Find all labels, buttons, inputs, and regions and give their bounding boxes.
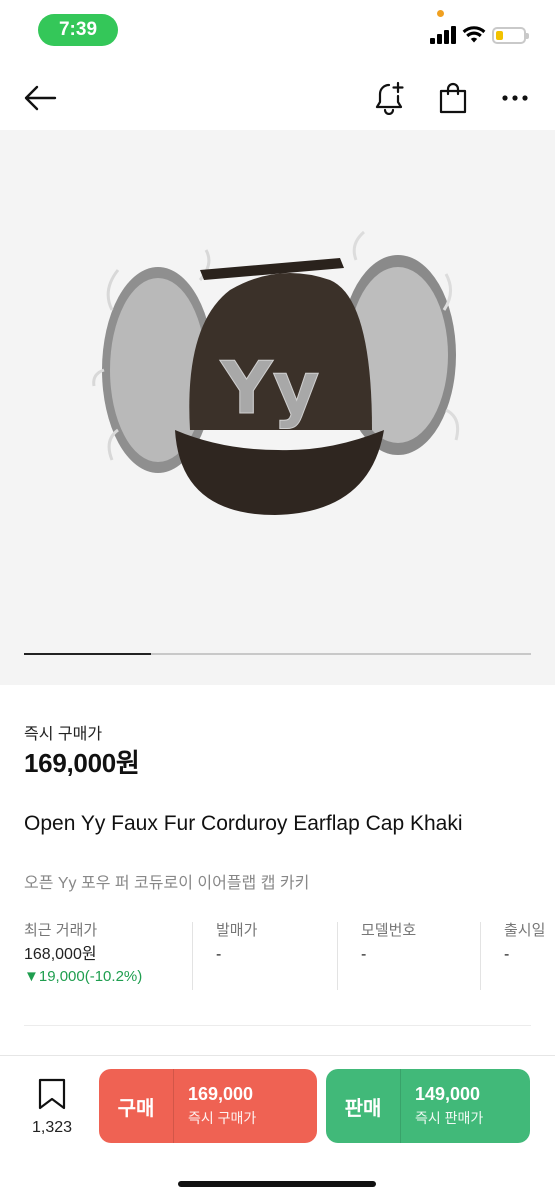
top-nav-bar — [0, 64, 555, 130]
bottom-bar-top-border — [0, 1055, 555, 1056]
release-price-label: 발매가 — [216, 922, 258, 939]
battery-icon — [492, 27, 529, 44]
sell-button-sublabel: 즉시 판매가 — [415, 1110, 484, 1126]
instant-buy-price-label: 즉시 구매가 — [24, 726, 103, 743]
bell-plus-icon — [375, 81, 404, 115]
model-number-label: 모델번호 — [361, 922, 417, 939]
product-image: Yy — [92, 230, 460, 515]
instant-buy-price: 169,000원 — [24, 748, 140, 778]
image-pager — [24, 653, 531, 655]
release-date-label: 출시일 — [504, 922, 546, 939]
product-title-en: Open Yy Faux Fur Corduroy Earflap Cap Kh… — [24, 812, 463, 835]
back-button[interactable] — [20, 78, 60, 118]
image-pager-active — [24, 653, 151, 655]
model-number: 모델번호 - — [361, 920, 481, 992]
section-divider — [24, 1025, 531, 1026]
product-image-carousel[interactable]: Yy — [0, 130, 555, 685]
wishlist-button[interactable]: 1,323 — [24, 1078, 80, 1138]
buy-button[interactable]: 구매 169,000 즉시 구매가 — [99, 1069, 317, 1143]
sell-button-label: 판매 — [344, 1097, 382, 1120]
cap-brim — [175, 430, 384, 515]
info-divider — [337, 922, 338, 990]
sell-button-price: 149,000 — [415, 1084, 481, 1104]
buy-button-sublabel: 즉시 구매가 — [188, 1110, 257, 1126]
recent-trade-price[interactable]: 최근 거래가 168,000원 ▼19,000(-10.2%) — [24, 920, 184, 992]
release-price: 발매가 - — [216, 920, 336, 992]
info-divider — [192, 922, 193, 990]
release-date-value: - — [504, 946, 510, 963]
wifi-icon — [462, 26, 486, 43]
cap-logo: Yy — [219, 346, 319, 430]
recent-trade-value: 168,000원 — [24, 946, 97, 963]
privacy-indicator-dot — [437, 10, 444, 17]
model-number-value: - — [361, 946, 367, 963]
more-horizontal-icon — [502, 95, 528, 101]
wishlist-count: 1,323 — [31, 1119, 73, 1136]
buy-button-price: 169,000 — [188, 1084, 254, 1104]
recent-trade-change: ▼19,000(-10.2%) — [24, 968, 143, 985]
cellular-signal-icon — [430, 26, 456, 44]
status-bar: 7:39 — [0, 0, 555, 64]
price-alert-button[interactable] — [370, 78, 410, 118]
sell-button[interactable]: 판매 149,000 즉시 판매가 — [326, 1069, 530, 1143]
product-info-row: 최근 거래가 168,000원 ▼19,000(-10.2%) 발매가 - 모델… — [24, 920, 555, 992]
bookmark-icon — [38, 1078, 66, 1110]
more-button[interactable] — [495, 78, 535, 118]
arrow-left-icon — [24, 85, 57, 111]
product-title-ko: 오픈 Yy 포우 퍼 코듀로이 이어플랩 캡 카키 — [24, 875, 310, 892]
buy-button-divider — [173, 1069, 174, 1143]
cart-button[interactable] — [433, 78, 473, 118]
buy-button-label: 구매 — [117, 1097, 155, 1120]
info-divider — [480, 922, 481, 990]
status-time: 7:39 — [38, 14, 118, 46]
home-indicator — [178, 1181, 376, 1187]
shopping-bag-icon — [439, 82, 467, 114]
sell-button-divider — [400, 1069, 401, 1143]
release-price-value: - — [216, 946, 222, 963]
release-date: 출시일 - — [504, 920, 554, 992]
recent-trade-label: 최근 거래가 — [24, 922, 98, 939]
